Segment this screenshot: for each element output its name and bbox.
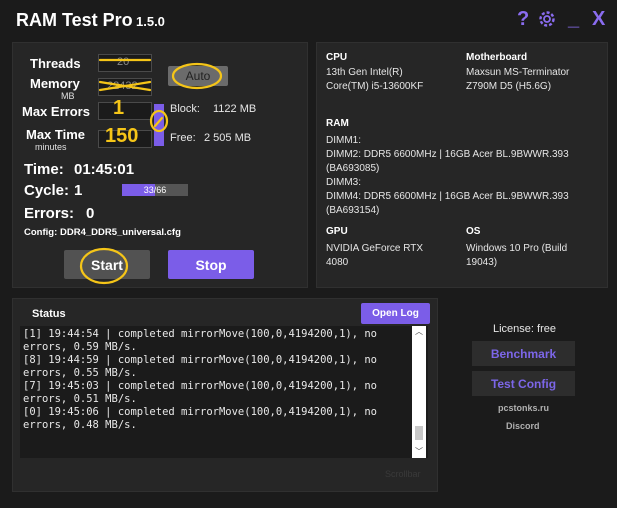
free-value: 2 505 MB bbox=[204, 132, 252, 144]
website-link[interactable]: pcstonks.ru bbox=[498, 403, 549, 413]
max-errors-input[interactable]: 1 bbox=[98, 97, 152, 120]
memory-value: 22432 bbox=[107, 80, 138, 92]
errors-value: 0 bbox=[86, 205, 95, 222]
memory-input[interactable]: 22432 bbox=[98, 78, 152, 96]
max-time-label: Max Time bbox=[26, 127, 86, 142]
config-label: Config: bbox=[24, 227, 58, 238]
gear-icon[interactable] bbox=[537, 9, 557, 29]
block-label: Block: bbox=[170, 103, 200, 115]
scroll-up-icon[interactable]: ︿ bbox=[412, 326, 426, 338]
benchmark-button[interactable]: Benchmark bbox=[472, 341, 575, 366]
memory-unit: MB bbox=[61, 91, 75, 101]
max-time-value: 150 bbox=[105, 125, 139, 147]
scrollbar-label: Scrollbar bbox=[385, 469, 421, 479]
app-title: RAM Test Pro bbox=[16, 10, 133, 30]
motherboard-heading: Motherboard bbox=[466, 52, 528, 63]
os-value: Windows 10 Pro (Build 19043) bbox=[466, 243, 568, 268]
scrollbar-thumb[interactable] bbox=[415, 426, 423, 440]
auto-button[interactable]: Auto bbox=[168, 66, 228, 86]
cycle-value: 1 bbox=[74, 182, 83, 199]
log-area[interactable]: [1] 19:44:54 | completed mirrorMove(100,… bbox=[20, 326, 428, 458]
test-config-button[interactable]: Test Config bbox=[472, 371, 575, 396]
threads-input[interactable]: 20 bbox=[98, 54, 152, 72]
help-icon[interactable]: ? bbox=[517, 8, 529, 31]
start-button[interactable]: Start bbox=[64, 250, 150, 279]
gpu-heading: GPU bbox=[326, 226, 348, 237]
ram-heading: RAM bbox=[326, 118, 349, 129]
max-errors-value: 1 bbox=[113, 97, 125, 119]
stop-button[interactable]: Stop bbox=[168, 250, 254, 279]
memory-label: Memory bbox=[30, 76, 80, 91]
max-time-input[interactable]: 150 bbox=[98, 125, 152, 148]
free-label: Free: bbox=[170, 132, 196, 144]
time-value: 01:45:01 bbox=[74, 161, 135, 178]
time-label: Time: bbox=[24, 161, 64, 178]
scroll-down-icon[interactable]: ﹀ bbox=[412, 446, 426, 458]
open-log-button[interactable]: Open Log bbox=[361, 303, 430, 324]
block-value: 1122 MB bbox=[213, 103, 257, 115]
discord-link[interactable]: Discord bbox=[506, 421, 540, 431]
cycle-progress-text: 33/66 bbox=[143, 185, 167, 195]
cycle-label: Cycle: bbox=[24, 182, 70, 199]
config-value[interactable]: DDR4_DDR5_universal.cfg bbox=[60, 227, 181, 238]
threads-value: 20 bbox=[117, 56, 130, 68]
minimize-icon[interactable]: _ bbox=[568, 8, 579, 31]
gpu-value: NVIDIA GeForce RTX 4080 bbox=[326, 243, 424, 268]
close-icon[interactable]: X bbox=[592, 8, 605, 31]
cycle-progress-bar: 33/66 bbox=[122, 184, 188, 196]
max-time-unit: minutes bbox=[35, 142, 67, 152]
threads-label: Threads bbox=[30, 56, 81, 71]
app-version: 1.5.0 bbox=[136, 14, 165, 29]
license-text: License: free bbox=[493, 323, 556, 335]
log-text: [1] 19:44:54 | completed mirrorMove(100,… bbox=[23, 328, 378, 431]
cpu-heading: CPU bbox=[326, 52, 348, 63]
os-heading: OS bbox=[466, 226, 481, 237]
motherboard-value: Maxsun MS-Terminator Z790M D5 (H5.6G) bbox=[466, 67, 570, 92]
max-errors-label: Max Errors bbox=[22, 104, 90, 119]
log-scrollbar[interactable]: ︿ ﹀ bbox=[412, 326, 426, 458]
block-slider[interactable] bbox=[154, 104, 164, 146]
cpu-value: 13th Gen Intel(R) Core(TM) i5-13600KF bbox=[326, 67, 424, 92]
ram-value: DIMM1: DIMM2: DDR5 6600MHz | 16GB Acer B… bbox=[326, 135, 569, 216]
errors-label: Errors: bbox=[24, 205, 75, 222]
tab-status[interactable]: Status bbox=[32, 308, 66, 320]
